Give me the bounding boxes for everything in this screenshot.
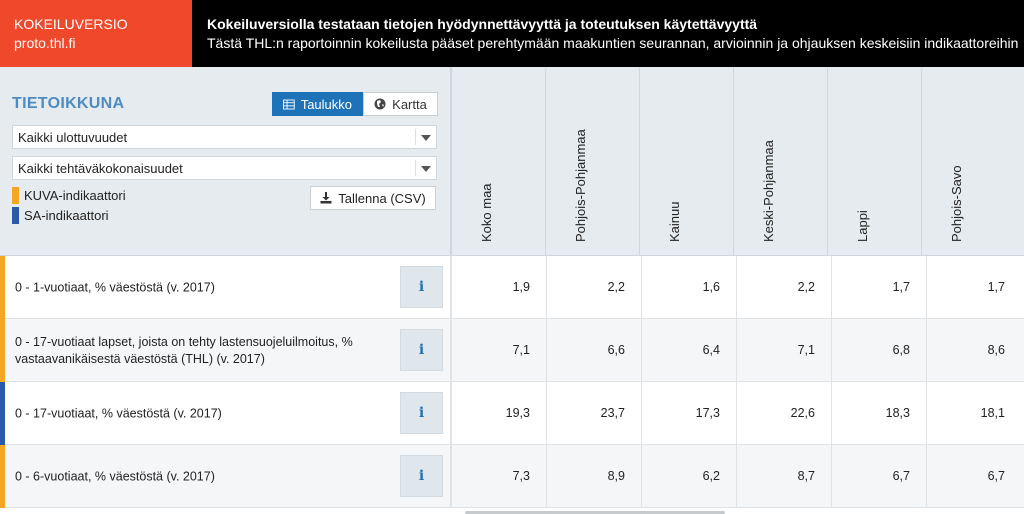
value-cell: 6,6 [546,319,641,382]
column-header[interactable]: Lappi [827,67,922,256]
row-label-cell: 0 - 1-vuotiaat, % väestöstä (v. 2017) i [0,256,451,319]
value-cell: 6,4 [641,319,736,382]
download-icon [320,192,332,204]
table-row: 0 - 17-vuotiaat lapset, joista on tehty … [0,319,1024,382]
value-cell: 7,3 [451,445,546,508]
chevron-down-icon [421,135,431,141]
panel-title: TIETOIKKUNA [12,95,125,112]
column-header[interactable]: Pohjois-Savo [921,67,1016,256]
legend-sa: SA-indikaattori [12,207,109,224]
banner-subtitle: Tästä THL:n raportoinnin kokeilusta pääs… [207,35,1019,51]
chevron-down-icon [421,166,431,172]
table-row: 0 - 17-vuotiaat, % väestöstä (v. 2017) i… [0,382,1024,445]
dimension-select-value: Kaikki ulottuvuudet [18,130,128,145]
banner-title: Kokeiluversiolla testataan tietojen hyöd… [207,16,758,32]
task-select-value: Kaikki tehtäväkokonaisuudet [18,161,183,176]
row-label: 0 - 1-vuotiaat, % väestöstä (v. 2017) [15,280,215,294]
value-cell: 1,9 [451,256,546,319]
row-label-cell: 0 - 6-vuotiaat, % väestöstä (v. 2017) i [0,445,451,508]
info-icon[interactable]: i [400,329,443,371]
indicator-table: 0 - 1-vuotiaat, % väestöstä (v. 2017) i … [0,256,1024,508]
map-view-label: Kartta [392,96,427,112]
row-label-cell: 0 - 17-vuotiaat, % väestöstä (v. 2017) i [0,382,451,445]
table-view-label: Taulukko [300,96,352,112]
value-cell: 6,2 [641,445,736,508]
value-cell: 7,1 [451,319,546,382]
dimension-select[interactable]: Kaikki ulottuvuudet [12,125,437,149]
legend-swatch-kuva [12,187,19,204]
value-cell: 6,8 [831,319,926,382]
value-cell: 1,7 [831,256,926,319]
row-label: 0 - 17-vuotiaat lapset, joista on tehty … [15,334,353,366]
legend-swatch-sa [12,207,19,224]
globe-icon [374,98,386,110]
info-icon[interactable]: i [400,455,443,497]
column-header[interactable]: Keski-Pohjanmaa [733,67,828,256]
version-label: KOKEILUVERSIO [14,16,128,32]
column-header[interactable]: Koko maa [451,67,546,256]
value-cell: 6,7 [926,445,1021,508]
value-cell: 8,9 [546,445,641,508]
value-cell: 7,1 [736,319,831,382]
column-headers: Koko maa Pohjois-Pohjanmaa Kainuu Keski-… [451,67,1024,256]
legend-label: KUVA-indikaattori [24,188,126,203]
save-csv-button[interactable]: Tallenna (CSV) [310,186,436,210]
value-cell: 17,3 [641,382,736,445]
value-cell: 1,7 [926,256,1021,319]
value-cell: 18,1 [926,382,1021,445]
value-cell: 18,3 [831,382,926,445]
row-label: 0 - 6-vuotiaat, % väestöstä (v. 2017) [15,469,215,483]
row-label: 0 - 17-vuotiaat, % väestöstä (v. 2017) [15,406,222,420]
value-cell: 19,3 [451,382,546,445]
table-row: 0 - 1-vuotiaat, % väestöstä (v. 2017) i … [0,256,1024,319]
site-link[interactable]: proto.thl.fi [14,34,192,53]
info-icon[interactable]: i [400,266,443,308]
value-cell: 8,7 [736,445,831,508]
value-cell: 1,6 [641,256,736,319]
column-header[interactable]: Kainuu [639,67,734,256]
banner-text: Kokeiluversiolla testataan tietojen hyöd… [192,0,1018,67]
column-header[interactable]: Pohjois-Pohjanmaa [545,67,640,256]
table-row: 0 - 6-vuotiaat, % väestöstä (v. 2017) i … [0,445,1024,508]
value-cell: 22,6 [736,382,831,445]
save-csv-label: Tallenna (CSV) [338,190,426,206]
value-cell: 23,7 [546,382,641,445]
view-toggle: Taulukko Kartta [272,92,438,116]
value-cell: 8,6 [926,319,1021,382]
value-cell: 2,2 [736,256,831,319]
table-icon [283,99,295,109]
row-label-cell: 0 - 17-vuotiaat lapset, joista on tehty … [0,319,451,382]
legend-kuva: KUVA-indikaattori [12,187,126,204]
table-view-button[interactable]: Taulukko [272,92,363,116]
map-view-button[interactable]: Kartta [363,92,438,116]
proto-badge[interactable]: KOKEILUVERSIO proto.thl.fi [0,0,192,67]
info-icon[interactable]: i [400,392,443,434]
control-panel: TIETOIKKUNA Taulukko Kartta Kaikki ulott… [0,67,451,256]
task-select[interactable]: Kaikki tehtäväkokonaisuudet [12,156,437,180]
top-banner: KOKEILUVERSIO proto.thl.fi Kokeiluversio… [0,0,1024,67]
legend-label: SA-indikaattori [24,208,109,223]
value-cell: 2,2 [546,256,641,319]
value-cell: 6,7 [831,445,926,508]
